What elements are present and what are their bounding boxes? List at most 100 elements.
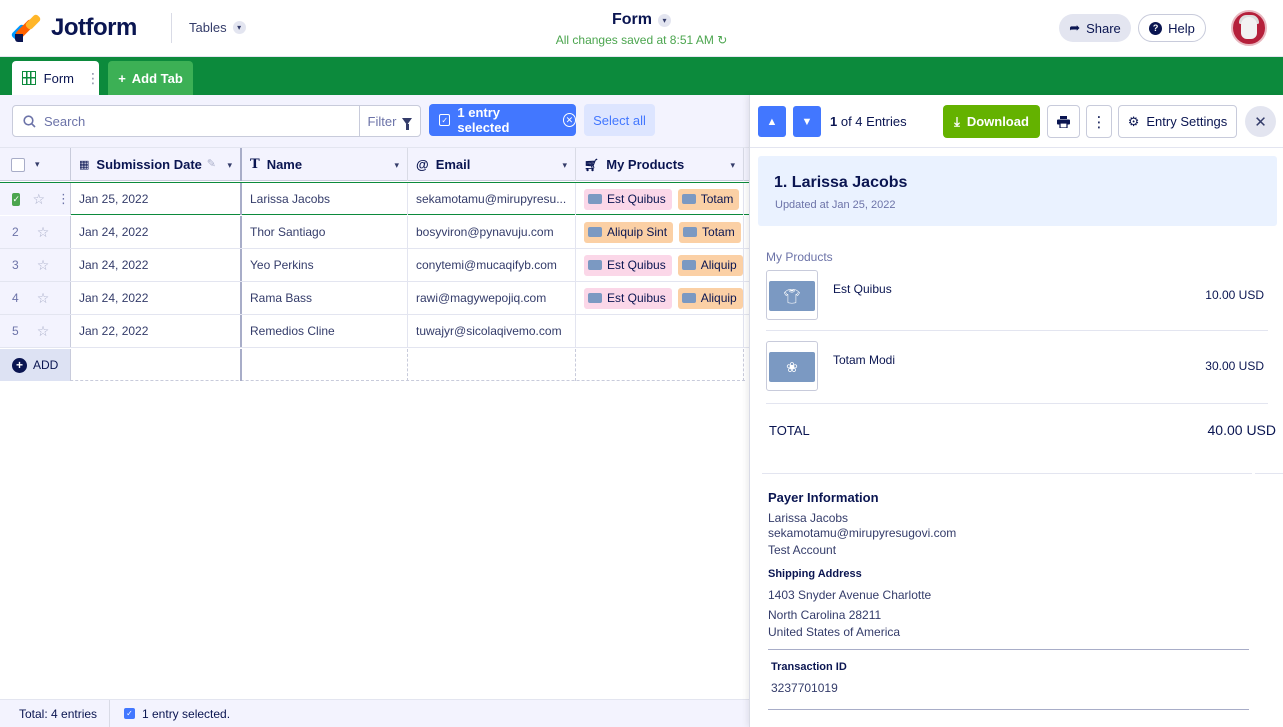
cell-name[interactable]: Rama Bass [242,282,408,314]
cell-products[interactable]: Est Quibus Aliquip [576,249,744,281]
more-options-button[interactable]: ⋮ [1086,105,1112,138]
entry-updated: Updated at Jan 25, 2022 [775,199,896,211]
empty-cell[interactable] [408,349,576,381]
selected-entries-badge[interactable]: ✓ 1 entry selected ✕ [429,104,576,136]
next-entry-button[interactable]: ▼ [793,106,821,137]
row-controls: 5 ☆ [0,315,71,347]
add-entry-button[interactable]: + ADD [0,349,71,381]
cell-date[interactable]: Jan 24, 2022 [71,216,242,248]
star-icon[interactable]: ☆ [37,224,50,241]
add-tab-button[interactable]: + Add Tab [108,61,193,95]
avatar[interactable] [1231,10,1267,46]
cell-email[interactable]: bosyviron@pynavuju.com [408,216,576,248]
chevron-down-icon[interactable]: ▾ [394,160,399,171]
column-email[interactable]: @ Email ▾ [408,148,576,181]
address-line: United States of America [768,625,901,639]
help-button[interactable]: ? Help [1138,14,1206,42]
product-item: ❀ Totam Modi 30.00 USD [766,341,1268,404]
form-title-dropdown[interactable]: Form ▾ [612,11,671,29]
cell-name[interactable]: Larissa Jacobs [242,183,408,215]
filter-button[interactable]: Filter [359,105,421,137]
table-grid-icon [22,71,36,85]
top-bar: Jotform Tables ▾ Form ▾ All changes save… [0,0,1283,57]
chevron-down-icon[interactable]: ▾ [35,159,40,170]
print-button[interactable] [1047,105,1080,138]
product-thumbnail[interactable]: 👕︎ [766,270,818,320]
cell-products[interactable] [576,315,744,347]
product-pill: Aliquip [677,254,743,276]
transaction-id: 3237701019 [771,681,838,695]
product-pill-label: Aliquip [700,291,737,305]
star-icon[interactable]: ☆ [37,290,50,307]
row-options-icon[interactable]: ⋮ [57,191,70,207]
section-divider [1255,473,1283,474]
payer-name: Larissa Jacobs [768,511,849,525]
close-panel-button[interactable]: ✕ [1245,106,1276,137]
row-controls: 2 ☆ [0,216,71,248]
entry-settings-button[interactable]: ⚙ Entry Settings [1118,105,1237,138]
cell-products[interactable]: Est Quibus Totam [576,183,744,215]
cart-icon: 🛒︎ [584,157,600,172]
clear-selection-icon[interactable]: ✕ [562,113,576,127]
tables-dropdown[interactable]: Tables ▾ [189,20,246,35]
empty-cell[interactable] [71,349,242,381]
total-label: TOTAL [769,423,810,438]
product-thumbnail[interactable]: ❀ [766,341,818,391]
row-number: 5 [12,324,19,338]
search-input[interactable] [44,113,334,129]
star-icon[interactable]: ☆ [37,323,50,340]
column-name[interactable]: T Name ▾ [242,148,408,181]
cell-email[interactable]: conytemi@mucaqifyb.com [408,249,576,281]
column-label: My Products [606,157,685,172]
cell-date[interactable]: Jan 24, 2022 [71,249,242,281]
column-my-products[interactable]: 🛒︎ My Products ▾ [576,148,744,181]
empty-cell[interactable] [576,349,744,381]
empty-cell[interactable] [242,349,408,381]
tab-form[interactable]: Form ⋮ [12,61,100,95]
jotform-logo[interactable]: Jotform [10,13,137,42]
cell-email[interactable]: rawi@magywepojiq.com [408,282,576,314]
tab-options-icon[interactable]: ⋮ [86,71,100,85]
cell-products[interactable]: Aliquip Sint Totam [576,216,744,248]
previous-entry-button[interactable]: ▲ [758,106,786,137]
header-checkbox[interactable] [11,157,25,172]
chevron-down-icon[interactable]: ▾ [730,160,735,171]
section-divider [768,709,1249,710]
column-submission-date[interactable]: ▦ Submission Date ✎ ▾ [71,148,242,181]
chevron-down-icon[interactable]: ▾ [227,160,232,171]
total-entries: Total: 4 entries [0,699,110,727]
row-controls: 3 ☆ [0,249,71,281]
select-all-button[interactable]: Select all [584,104,655,136]
table-row[interactable]: ✓ ☆ ⋮ Jan 25, 2022 Larissa Jacobs sekamo… [0,182,749,215]
product-image-icon [588,194,602,204]
star-icon[interactable]: ☆ [32,191,45,208]
payer-email: sekamotamu@mirupyresugovi.com [768,526,957,540]
chevron-down-icon[interactable]: ▾ [562,160,567,171]
cell-name[interactable]: Yeo Perkins [242,249,408,281]
entries-total-text: of 4 Entries [837,114,907,129]
cell-name[interactable]: Thor Santiago [242,216,408,248]
plus-icon: + [118,70,126,86]
table-row[interactable]: 2 ☆ Jan 24, 2022 Thor Santiago bosyviron… [0,216,749,249]
product-pill: Aliquip Sint [584,221,674,243]
star-icon[interactable]: ☆ [37,257,50,274]
row-controls: ✓ ☆ ⋮ [0,183,71,215]
download-button[interactable]: ⤓ Download [943,105,1040,138]
row-checkbox-checked[interactable]: ✓ [12,192,21,206]
cell-date[interactable]: Jan 25, 2022 [71,183,242,215]
table-row[interactable]: 4 ☆ Jan 24, 2022 Rama Bass rawi@magywepo… [0,282,749,315]
share-button[interactable]: ➦ Share [1059,14,1131,42]
plus-circle-icon: + [12,357,27,373]
table-row[interactable]: 5 ☆ Jan 22, 2022 Remedios Cline tuwajyr@… [0,315,749,348]
cell-name[interactable]: Remedios Cline [242,315,408,347]
cell-date[interactable]: Jan 24, 2022 [71,282,242,314]
entry-summary-card: 1. Larissa Jacobs Updated at Jan 25, 202… [758,156,1277,226]
cell-products[interactable]: Est Quibus Aliquip [576,282,744,314]
cell-date[interactable]: Jan 22, 2022 [71,315,242,347]
table-row[interactable]: 3 ☆ Jan 24, 2022 Yeo Perkins conytemi@mu… [0,249,749,282]
cell-email[interactable]: tuwajyr@sicolaqivemo.com [408,315,576,347]
table-footer: Total: 4 entries ✓ 1 entry selected. [0,699,749,727]
pin-icon[interactable]: ✎ [207,157,216,170]
cell-email[interactable]: sekamotamu@mirupyresu... [408,183,576,215]
column-label: Submission Date [96,157,202,172]
